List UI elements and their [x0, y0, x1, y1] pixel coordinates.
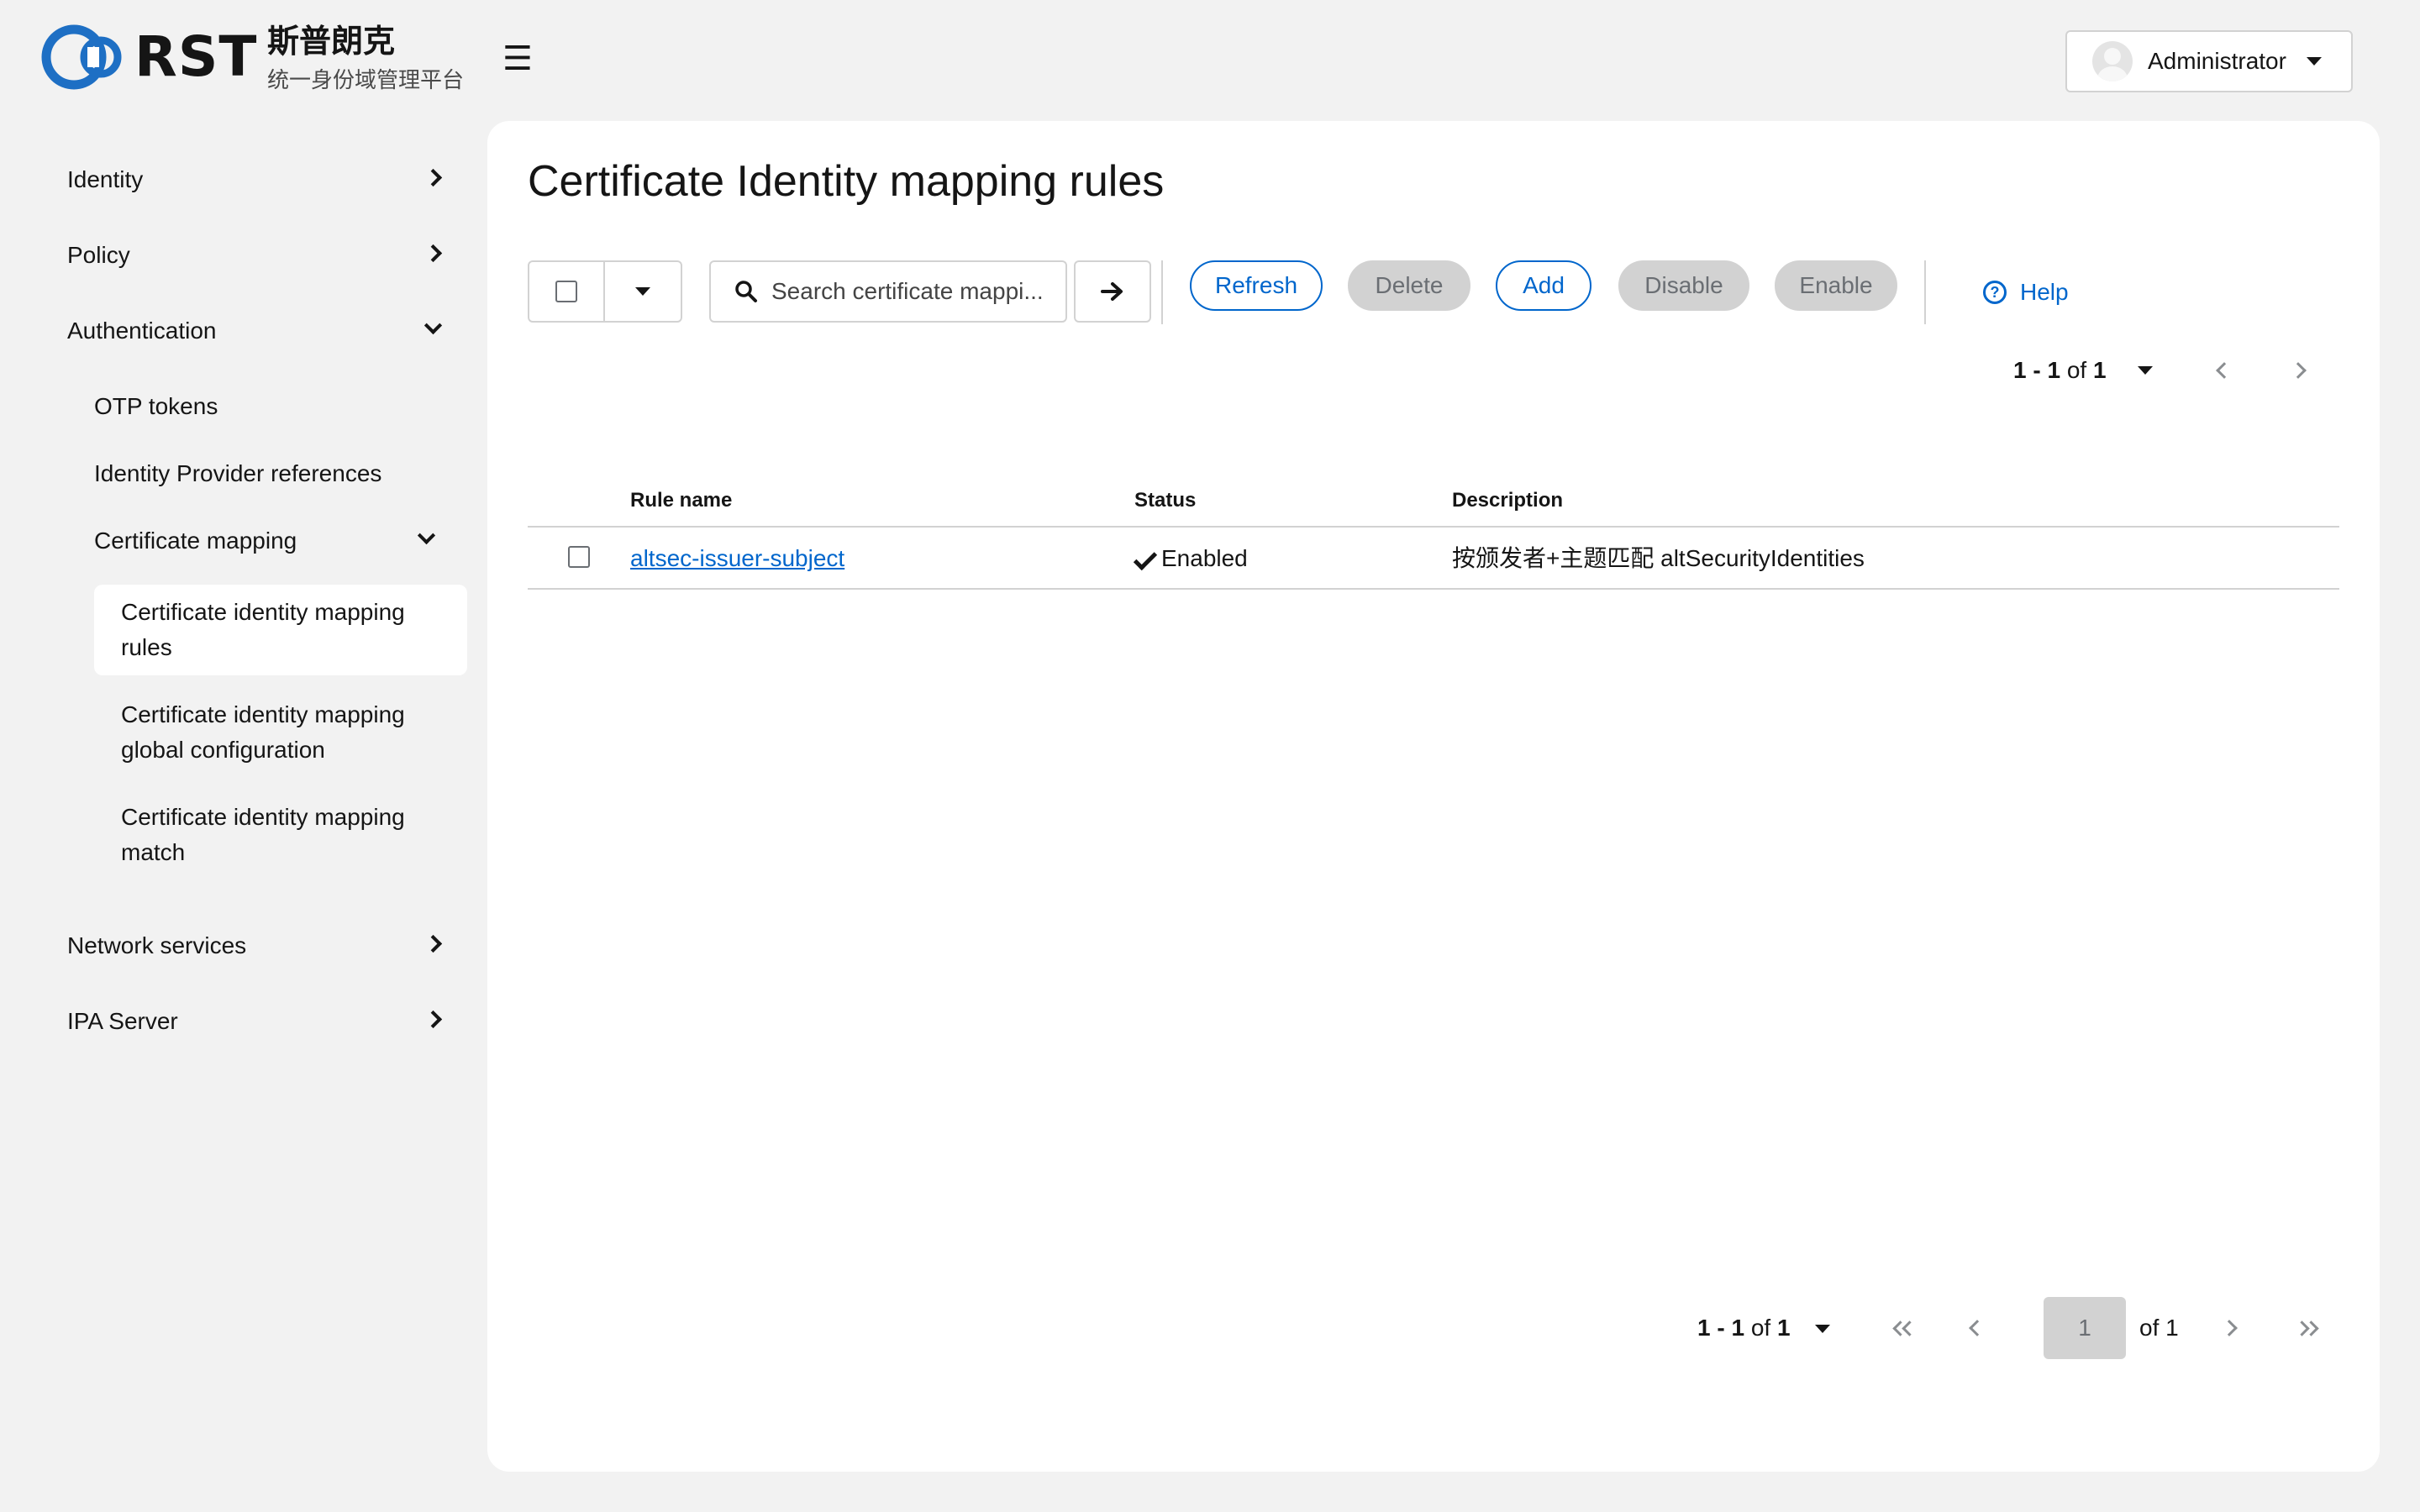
toolbar: Refresh Delete Add Disable Enable ? Help [528, 260, 2360, 324]
checkmark-icon [1133, 546, 1158, 570]
row-checkbox[interactable] [568, 546, 590, 568]
sidebar-item-label: Policy [67, 242, 130, 268]
select-all-checkbox[interactable] [555, 281, 577, 302]
brand-name: 斯普朗克 [267, 24, 396, 60]
logo-text: RST [134, 24, 258, 89]
column-header-rule-name[interactable]: Rule name [630, 486, 732, 516]
pagination-of: of [2066, 357, 2087, 383]
brand: 斯普朗克 统一身份域管理平台 [267, 20, 464, 96]
pagination-range: 1 - 1 [2013, 357, 2061, 383]
select-all-checkbox-wrapper[interactable] [529, 262, 605, 321]
chevron-right-icon [420, 925, 445, 967]
sidebar-item-cert-mapping-global-config[interactable]: Certificate identity mapping global conf… [94, 687, 467, 778]
rule-name-cell: altsec-issuer-subject [630, 543, 844, 575]
help-label: Help [2020, 279, 2069, 305]
pagination-top: 1 - 1 of 1 [2013, 349, 2349, 391]
description-cell: 按颁发者+主题匹配 altSecurityIdentities [1452, 545, 1865, 571]
caret-down-icon [635, 287, 650, 296]
delete-button[interactable]: Delete [1348, 260, 1470, 311]
sidebar-item-ipa-server[interactable]: IPA Server [67, 1000, 445, 1042]
table-header: Rule name Status Description [528, 474, 2339, 528]
sidebar-item-network-services[interactable]: Network services [67, 925, 445, 967]
logo-mark-icon [41, 24, 122, 90]
add-button[interactable]: Add [1496, 260, 1591, 311]
pagination-toggle[interactable]: 1 - 1 of 1 [2013, 349, 2107, 391]
chevron-right-icon [420, 1000, 445, 1042]
pagination-total: 1 [2092, 357, 2107, 383]
bulk-select [528, 260, 682, 323]
search-input[interactable] [771, 278, 1049, 305]
sidebar-item-cert-mapping-match[interactable]: Certificate identity mapping match [94, 790, 467, 880]
pagination-toggle[interactable]: 1 - 1 of 1 [1697, 1307, 1791, 1349]
chevron-right-icon [420, 234, 445, 276]
rule-name-link[interactable]: altsec-issuer-subject [630, 545, 844, 571]
sidebar-item-label: Certificate mapping [94, 528, 297, 554]
sidebar-item-label: IPA Server [67, 1008, 178, 1034]
chevron-down-icon [420, 310, 445, 352]
sidebar-item-label: Authentication [67, 318, 217, 344]
page-number-input[interactable]: 1 [2044, 1297, 2126, 1359]
prev-page-icon[interactable] [2212, 358, 2237, 383]
first-page-icon[interactable] [1889, 1315, 1919, 1341]
next-page-icon[interactable] [2286, 358, 2311, 383]
sidebar-item-idp-references[interactable]: Identity Provider references [94, 457, 447, 491]
sidebar-item-policy[interactable]: Policy [67, 234, 445, 276]
user-name: Administrator [2148, 48, 2286, 74]
chevron-down-icon [413, 524, 439, 558]
search-box[interactable] [709, 260, 1067, 323]
sidebar-item-label: Network services [67, 932, 247, 958]
page-title: Certificate Identity mapping rules [528, 157, 1165, 206]
sidebar-item-cert-mapping-rules[interactable]: Certificate identity mapping rules [94, 585, 467, 675]
next-page-icon[interactable] [2217, 1315, 2242, 1341]
status-text: Enabled [1161, 545, 1248, 571]
pagination-of: of [1750, 1315, 1771, 1341]
sidebar-item-authentication[interactable]: Authentication [67, 310, 445, 352]
hamburger-menu-icon[interactable]: ☰ [502, 42, 533, 76]
search-submit-button[interactable] [1074, 260, 1151, 323]
status-cell: Enabled [1133, 543, 1248, 575]
avatar [2092, 41, 2133, 81]
caret-down-icon [2306, 57, 2322, 66]
help-link[interactable]: ? Help [1983, 272, 2069, 312]
logo: RST [39, 22, 257, 92]
rules-table: Rule name Status Description altsec-issu… [528, 474, 2339, 590]
help-circle-icon: ? [1983, 281, 2007, 304]
prev-page-icon[interactable] [1965, 1315, 1990, 1341]
pagination-range: 1 - 1 [1697, 1315, 1745, 1341]
page-count: of 1 [2139, 1315, 2179, 1341]
last-page-icon[interactable] [2291, 1315, 2321, 1341]
caret-down-icon[interactable] [2138, 366, 2153, 375]
sidebar-item-label: Identity [67, 166, 144, 192]
toolbar-divider [1924, 260, 1926, 324]
sidebar-item-identity[interactable]: Identity [67, 159, 445, 201]
search-icon [735, 281, 757, 302]
pagination-total: 1 [1776, 1315, 1791, 1341]
column-header-status[interactable]: Status [1134, 486, 1196, 516]
caret-down-icon[interactable] [1815, 1325, 1830, 1333]
main-panel: Certificate Identity mapping rules Re [487, 121, 2380, 1472]
sidebar-item-otp-tokens[interactable]: OTP tokens [94, 390, 447, 423]
brand-subtitle: 统一身份域管理平台 [267, 67, 465, 92]
enable-button[interactable]: Enable [1775, 260, 1897, 311]
user-menu-dropdown[interactable]: Administrator [2065, 30, 2353, 92]
pagination-bottom: 1 - 1 of 1 1 of 1 [1697, 1297, 2370, 1361]
chevron-right-icon [420, 159, 445, 201]
refresh-button[interactable]: Refresh [1190, 260, 1323, 311]
arrow-right-icon [1101, 282, 1123, 301]
column-header-description[interactable]: Description [1452, 486, 1563, 516]
sidebar-item-certificate-mapping[interactable]: Certificate mapping [94, 524, 439, 558]
toolbar-divider [1161, 260, 1163, 324]
bulk-select-toggle[interactable] [605, 262, 681, 321]
table-row: altsec-issuer-subject Enabled 按颁发者+主题匹配 … [528, 528, 2339, 590]
disable-button[interactable]: Disable [1618, 260, 1749, 311]
